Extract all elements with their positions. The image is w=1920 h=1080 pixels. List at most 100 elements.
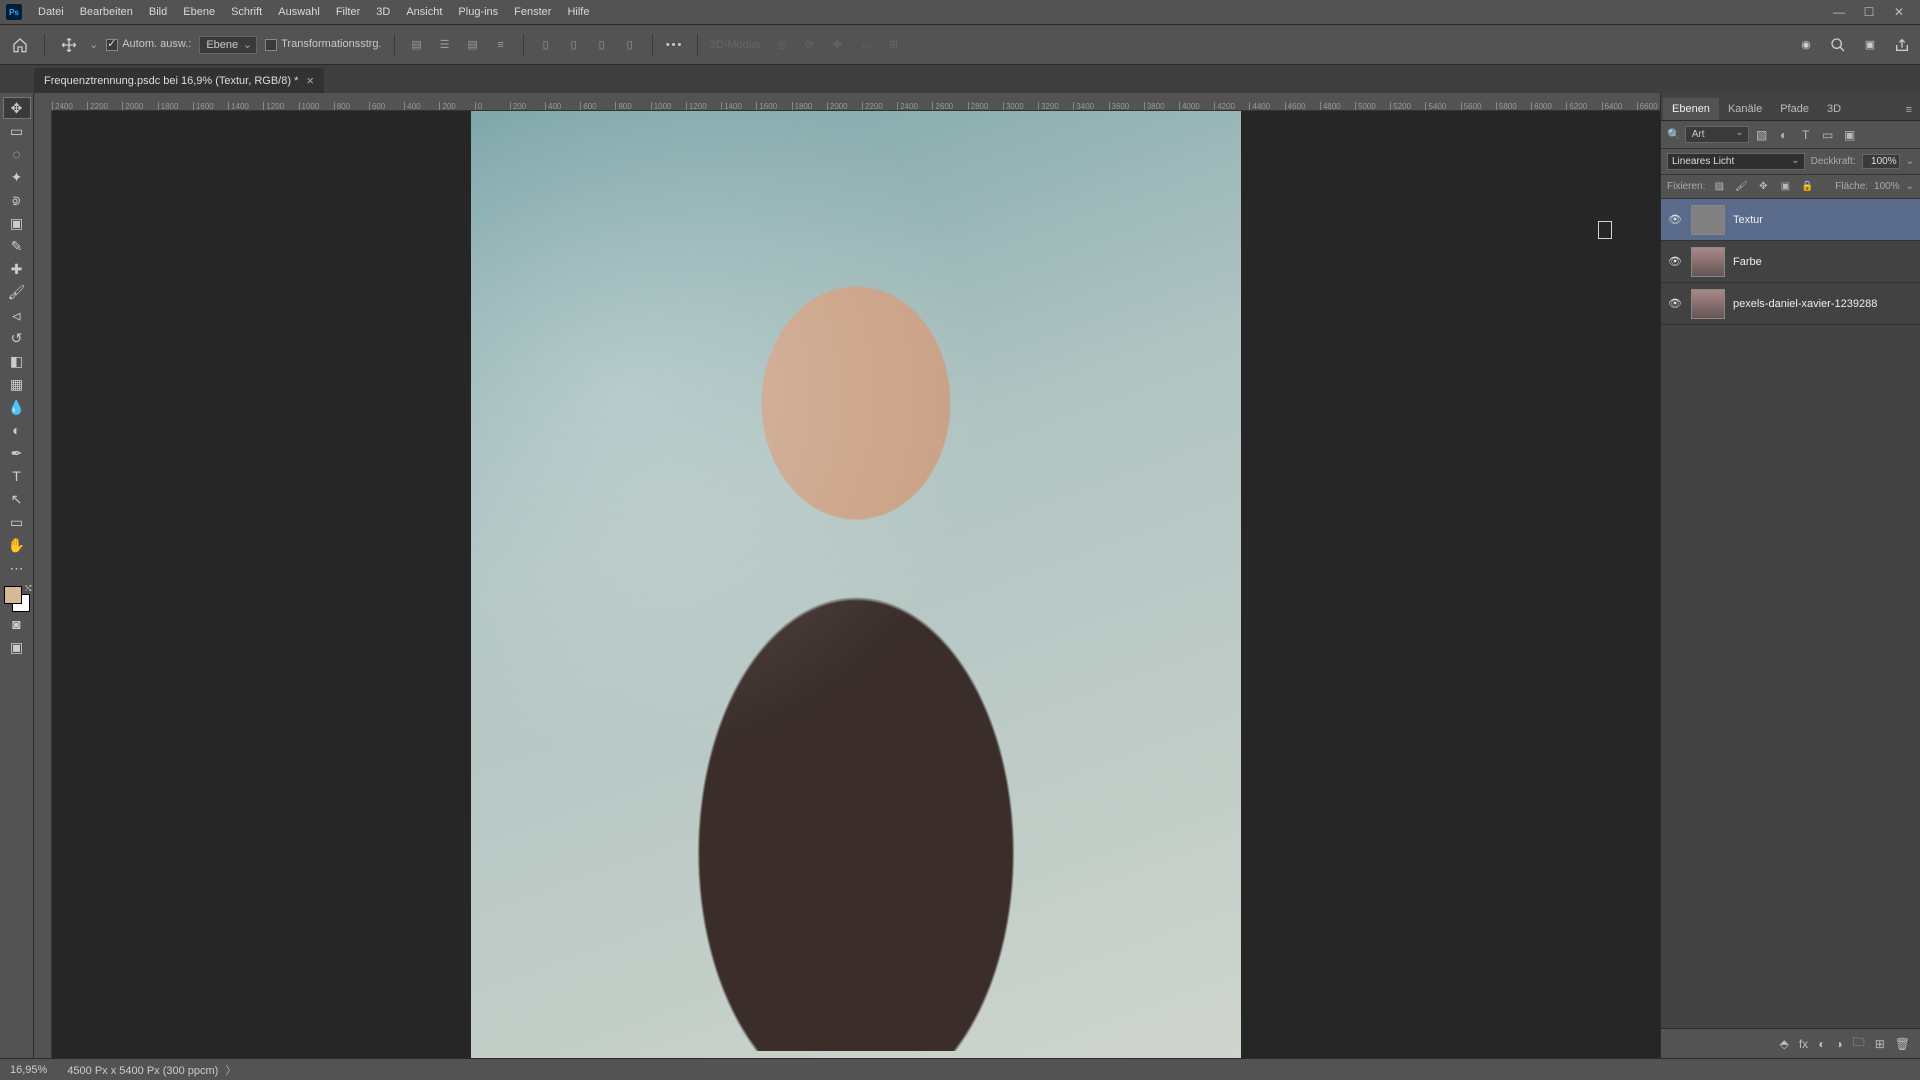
- filter-adjust-icon[interactable]: ◐: [1775, 128, 1793, 142]
- healing-brush-tool[interactable]: ✚: [3, 258, 31, 280]
- layer-name[interactable]: pexels-daniel-xavier-1239288: [1733, 298, 1877, 310]
- share-icon[interactable]: [1892, 35, 1912, 55]
- crop-tool[interactable]: ⟄: [3, 189, 31, 211]
- fill-value[interactable]: 100%: [1874, 181, 1900, 192]
- layer-thumbnail[interactable]: [1691, 289, 1725, 319]
- path-selection-tool[interactable]: ↖: [3, 488, 31, 510]
- auto-select-check[interactable]: Autom. ausw.:: [106, 38, 191, 50]
- menu-bild[interactable]: Bild: [141, 2, 175, 22]
- panel-tab-kanaele[interactable]: Kanäle: [1719, 98, 1771, 120]
- layer-name[interactable]: Farbe: [1733, 256, 1762, 268]
- edit-toolbar-icon[interactable]: ⋯: [3, 557, 31, 579]
- screen-mode-tool[interactable]: ▣: [3, 636, 31, 658]
- menu-fenster[interactable]: Fenster: [506, 2, 559, 22]
- blend-mode-dropdown[interactable]: Lineares Licht: [1667, 153, 1805, 170]
- menu-hilfe[interactable]: Hilfe: [559, 2, 597, 22]
- document-tab[interactable]: Frequenztrennung.psdc bei 16,9% (Textur,…: [34, 68, 324, 93]
- ruler-origin[interactable]: [34, 93, 52, 111]
- marquee-tool[interactable]: ▭: [3, 120, 31, 142]
- auto-select-dropdown[interactable]: Ebene: [199, 36, 257, 54]
- visibility-toggle-icon[interactable]: 👁: [1667, 297, 1683, 310]
- hand-tool[interactable]: ✋: [3, 534, 31, 556]
- group-icon[interactable]: 🗀: [1853, 1033, 1865, 1054]
- filter-smart-icon[interactable]: ▣: [1841, 128, 1859, 142]
- menu-ansicht[interactable]: Ansicht: [398, 2, 450, 22]
- opacity-value[interactable]: 100%: [1862, 154, 1900, 169]
- layer-row[interactable]: 👁Textur: [1661, 199, 1920, 241]
- align-left-icon[interactable]: ▤: [407, 35, 427, 55]
- document-image[interactable]: [471, 111, 1241, 1058]
- visibility-toggle-icon[interactable]: 👁: [1667, 255, 1683, 268]
- menu-filter[interactable]: Filter: [328, 2, 368, 22]
- lock-image-icon[interactable]: 🖌: [1733, 181, 1749, 192]
- align-right-icon[interactable]: ▤: [463, 35, 483, 55]
- menu-schrift[interactable]: Schrift: [223, 2, 270, 22]
- layer-row[interactable]: 👁 pexels-daniel-xavier-1239288: [1661, 283, 1920, 325]
- layer-name[interactable]: Textur: [1733, 214, 1763, 226]
- panel-menu-icon[interactable]: ≡: [1900, 100, 1918, 120]
- adjustment-layer-icon[interactable]: ◑: [1835, 1037, 1842, 1051]
- canvas[interactable]: [52, 111, 1660, 1058]
- lasso-tool[interactable]: ◌: [3, 143, 31, 165]
- link-layers-icon[interactable]: ⬘: [1780, 1037, 1789, 1051]
- menu-auswahl[interactable]: Auswahl: [270, 2, 328, 22]
- align-bottom-icon[interactable]: ▯: [592, 35, 612, 55]
- layer-filter-dropdown[interactable]: Art: [1685, 126, 1749, 143]
- menu-bearbeiten[interactable]: Bearbeiten: [72, 2, 141, 22]
- distribute-v-icon[interactable]: ▯: [620, 35, 640, 55]
- lock-all-icon[interactable]: 🔒: [1799, 181, 1815, 192]
- swap-colors-icon[interactable]: ⤭: [25, 584, 31, 594]
- lock-transparency-icon[interactable]: ▨: [1711, 181, 1727, 192]
- move-tool-icon[interactable]: [57, 33, 81, 57]
- shape-tool[interactable]: ▭: [3, 511, 31, 533]
- status-doc-info[interactable]: 4500 Px x 5400 Px (300 ppcm): [67, 1065, 218, 1077]
- align-top-icon[interactable]: ▯: [536, 35, 556, 55]
- layer-mask-icon[interactable]: ◐: [1818, 1037, 1825, 1051]
- new-layer-icon[interactable]: ⊞: [1875, 1037, 1885, 1051]
- gradient-tool[interactable]: ▦: [3, 373, 31, 395]
- move-tool[interactable]: ✥: [3, 97, 31, 119]
- layer-thumbnail[interactable]: [1691, 247, 1725, 277]
- workspace-icon[interactable]: ▣: [1860, 35, 1880, 55]
- ruler-horizontal[interactable]: 2400220020001800160014001200100080060040…: [52, 93, 1660, 111]
- menu-ebene[interactable]: Ebene: [175, 2, 223, 22]
- transform-controls-check[interactable]: Transformationsstrg.: [265, 38, 381, 50]
- filter-pixel-icon[interactable]: ▧: [1753, 128, 1771, 142]
- home-icon[interactable]: [8, 33, 32, 57]
- filter-type-icon[interactable]: T: [1797, 128, 1815, 142]
- more-options-icon[interactable]: •••: [665, 35, 685, 55]
- search-icon[interactable]: 🔍: [1667, 128, 1681, 141]
- distribute-h-icon[interactable]: ≡: [491, 35, 511, 55]
- status-zoom[interactable]: 16,95%: [10, 1064, 47, 1076]
- layer-row[interactable]: 👁 Farbe: [1661, 241, 1920, 283]
- ruler-vertical[interactable]: [34, 111, 52, 1058]
- foreground-color[interactable]: [4, 586, 22, 604]
- close-tab-icon[interactable]: ×: [306, 73, 314, 88]
- cloud-docs-icon[interactable]: ◉: [1796, 35, 1816, 55]
- delete-layer-icon[interactable]: 🗑: [1895, 1037, 1910, 1051]
- lock-artboard-icon[interactable]: ▣: [1777, 181, 1793, 192]
- filter-shape-icon[interactable]: ▭: [1819, 128, 1837, 142]
- align-center-v-icon[interactable]: ▯: [564, 35, 584, 55]
- menu-datei[interactable]: Datei: [30, 2, 72, 22]
- status-chevron-icon[interactable]: 〉: [222, 1065, 236, 1077]
- window-close[interactable]: ✕: [1884, 5, 1914, 19]
- eraser-tool[interactable]: ◧: [3, 350, 31, 372]
- menu-plugins[interactable]: Plug-ins: [450, 2, 506, 22]
- lock-position-icon[interactable]: ✥: [1755, 181, 1771, 192]
- panel-tab-3d[interactable]: 3D: [1818, 98, 1850, 120]
- history-brush-tool[interactable]: ↺: [3, 327, 31, 349]
- clone-stamp-tool[interactable]: ⏿: [3, 304, 31, 326]
- magic-wand-tool[interactable]: ✦: [3, 166, 31, 188]
- dodge-tool[interactable]: ◐: [3, 419, 31, 441]
- blur-tool[interactable]: 💧: [3, 396, 31, 418]
- brush-tool[interactable]: 🖌: [3, 281, 31, 303]
- pen-tool[interactable]: ✒: [3, 442, 31, 464]
- panel-tab-pfade[interactable]: Pfade: [1771, 98, 1818, 120]
- window-minimize[interactable]: —: [1824, 5, 1854, 19]
- window-maximize[interactable]: ☐: [1854, 5, 1884, 19]
- search-icon[interactable]: [1828, 35, 1848, 55]
- menu-3d[interactable]: 3D: [368, 2, 398, 22]
- frame-tool[interactable]: ▣: [3, 212, 31, 234]
- layer-thumbnail[interactable]: [1691, 205, 1725, 235]
